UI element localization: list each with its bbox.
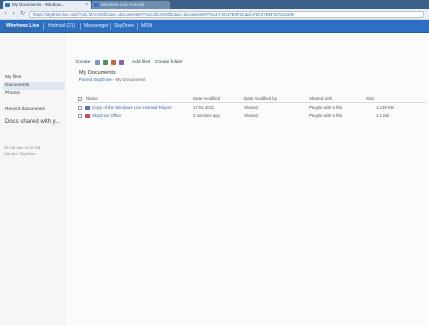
browser-tab-strip: My Documents - Window... × Windows Live … <box>0 0 429 9</box>
storage-info: 25 GB free of 25 GB Get ALL SkyDrive <box>4 145 41 156</box>
create-menu-button[interactable]: Create <box>76 60 90 65</box>
breadcrumb-separator: › <box>112 77 115 82</box>
msn-link[interactable]: MSN <box>141 23 152 29</box>
select-all-checkbox[interactable] <box>78 97 82 101</box>
powerpoint-doc-icon[interactable] <box>111 60 116 65</box>
file-size: 1.1 KB <box>376 113 389 118</box>
excel-doc-icon[interactable] <box>103 60 108 65</box>
sidebar-item-shared-docs[interactable]: Docs shared with y... <box>3 118 65 126</box>
sidebar-item-documents[interactable]: Documents <box>3 82 65 90</box>
browser-tab-active[interactable]: My Documents - Window... × <box>3 1 91 9</box>
breadcrumb: Parent SkyDrive › My Documents <box>79 77 146 82</box>
address-bar-row: ‹ › ↻ https://skydrive.live.com/?cid=f2c… <box>0 9 429 20</box>
breadcrumb-current: My Documents <box>115 77 146 82</box>
file-size: 1,139 KB <box>376 105 394 110</box>
back-icon[interactable]: ‹ <box>2 11 9 18</box>
file-name[interactable]: SkyDrive Office <box>92 113 188 118</box>
breadcrumb-parent-link[interactable]: Parent SkyDrive <box>79 77 112 82</box>
onenote-doc-icon[interactable] <box>119 60 124 65</box>
row-checkbox[interactable] <box>78 114 82 118</box>
add-files-button[interactable]: Add files <box>132 60 150 65</box>
tab-label: My Documents - Window... <box>12 2 65 7</box>
skydrive-link[interactable]: SkyDrive <box>114 23 134 29</box>
table-row[interactable]: SkyDrive Office 3 minutes ago Shared Peo… <box>76 113 426 120</box>
create-folder-button[interactable]: Create folder <box>155 60 183 65</box>
table-row[interactable]: Copy of the Windows Live Hotmail Report … <box>76 105 426 112</box>
file-modified-by: Shared <box>244 113 258 118</box>
file-shared-with: People with a link <box>309 105 343 110</box>
windows-live-header: Windows Live Hotmail (21) Messenger SkyD… <box>0 20 429 33</box>
row-checkbox[interactable] <box>78 106 82 110</box>
file-modified-by: Shared <box>244 105 258 110</box>
windows-live-favicon-icon <box>5 3 10 7</box>
tab-label: Windows Live Hotmail <box>101 2 145 7</box>
document-icon <box>85 114 90 118</box>
header-divider <box>80 23 81 30</box>
header-divider <box>43 23 44 30</box>
reload-icon[interactable]: ↻ <box>19 11 26 18</box>
file-table-header: Name Date modified Date modified by Shar… <box>76 96 426 103</box>
header-divider <box>110 23 111 30</box>
forward-icon[interactable]: › <box>10 11 17 18</box>
file-name[interactable]: Copy of the Windows Live Hotmail Report <box>92 105 188 110</box>
hotmail-favicon-icon <box>94 3 99 7</box>
folder-title: My Documents <box>79 70 116 76</box>
browser-tab-inactive[interactable]: Windows Live Hotmail × <box>92 1 170 9</box>
close-tab-icon[interactable]: × <box>85 2 88 8</box>
column-shared-with[interactable]: Shared with <box>309 96 332 101</box>
sidebar-title: SkyDrive <box>4 26 31 33</box>
column-modified-by[interactable]: Date modified by <box>244 96 277 101</box>
url-field[interactable]: https://skydrive.live.com/?cid=f2c47e8f2… <box>29 11 424 18</box>
sidebar-item-my-files[interactable]: My files <box>3 74 65 82</box>
column-size[interactable]: Size <box>366 96 375 101</box>
messenger-link[interactable]: Messenger <box>84 23 109 29</box>
document-icon <box>85 106 90 110</box>
column-date-modified[interactable]: Date modified <box>193 96 220 101</box>
sidebar-item-photos[interactable]: Photos <box>3 90 65 98</box>
sidebar-item-recent-documents[interactable]: Recent documents <box>3 106 65 114</box>
file-shared-with: People with a link <box>309 113 343 118</box>
hotmail-link[interactable]: Hotmail (21) <box>48 23 75 29</box>
column-name[interactable]: Name <box>86 96 98 101</box>
word-doc-icon[interactable] <box>95 60 100 65</box>
file-date: 3 minutes ago <box>193 113 220 118</box>
header-divider <box>137 23 138 30</box>
close-tab-icon[interactable]: × <box>164 2 167 8</box>
file-date: 17:01.2011 <box>193 105 215 110</box>
